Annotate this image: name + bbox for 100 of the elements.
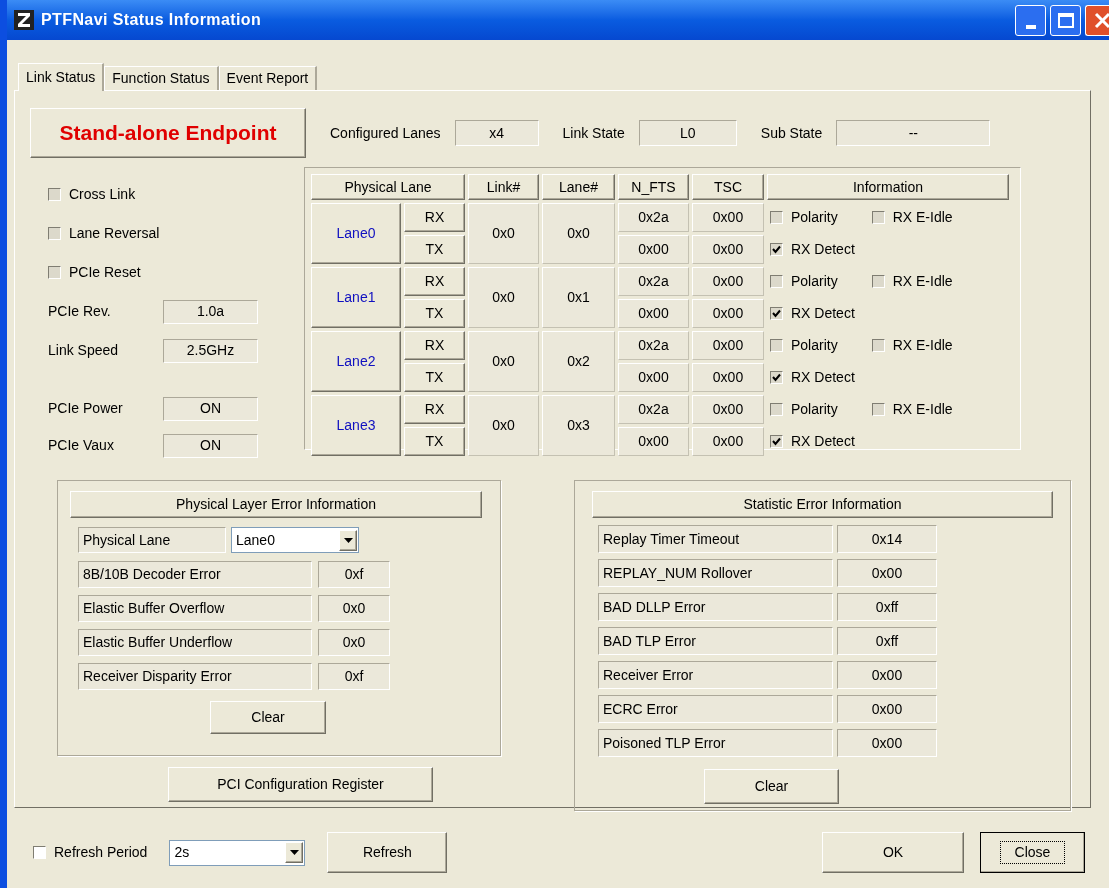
value-field: 0x00 [837, 695, 937, 723]
checkbox-label: RX E-Idle [892, 208, 953, 227]
tab[interactable]: Function Status [104, 66, 219, 90]
close-dialog-button[interactable]: Close [980, 832, 1085, 873]
table-cell: 0x2a [618, 331, 689, 360]
checkbox[interactable] [770, 403, 783, 416]
checkbox[interactable] [770, 211, 783, 224]
table-cell: 0x00 [618, 299, 689, 328]
error-label: Receiver Disparity Error [78, 663, 312, 690]
table-cell: 0x2a [618, 267, 689, 296]
checkbox-label: Lane Reversal [69, 224, 160, 243]
checkbox[interactable] [770, 243, 783, 256]
table-cell: 0x0 [468, 395, 539, 456]
column-header[interactable]: Lane# [542, 174, 615, 200]
table-cell: 0x2 [542, 331, 615, 392]
tab[interactable]: Event Report [218, 66, 318, 90]
checkbox[interactable] [770, 339, 783, 352]
error-label: BAD TLP Error [598, 627, 833, 655]
value-field: 0xff [837, 593, 937, 621]
section-header[interactable]: Physical Layer Error Information [70, 491, 482, 518]
column-header[interactable]: Link# [468, 174, 539, 200]
lane-dropdown[interactable]: Lane0 [231, 527, 359, 553]
clear-button[interactable]: Clear [704, 769, 839, 804]
value-field: 0xf [318, 663, 390, 690]
table-cell: 0x0 [468, 267, 539, 328]
checkbox[interactable] [48, 266, 61, 279]
minimize-button[interactable] [1015, 4, 1046, 36]
error-label: Elastic Buffer Underflow [78, 629, 312, 656]
direction-button[interactable]: TX [404, 235, 465, 264]
checkbox-label: RX E-Idle [892, 272, 953, 291]
checkbox-label: Refresh Period [54, 843, 148, 862]
direction-button[interactable]: RX [404, 267, 465, 296]
field-label: PCIe Power [48, 399, 124, 418]
value-field: 0x0 [318, 595, 390, 622]
table-cell: 0x00 [692, 299, 764, 328]
lane-button[interactable]: Lane1 [311, 267, 401, 328]
lane-button[interactable]: Lane3 [311, 395, 401, 456]
section-header[interactable]: Statistic Error Information [592, 491, 1053, 518]
direction-button[interactable]: TX [404, 427, 465, 456]
direction-button[interactable]: RX [404, 395, 465, 424]
value-field: -- [836, 120, 991, 146]
error-label: REPLAY_NUM Rollover [598, 559, 833, 587]
direction-button[interactable]: RX [404, 331, 465, 360]
period-dropdown[interactable]: 2s [169, 839, 306, 866]
field-label: PCIe Rev. [48, 302, 112, 321]
check-icon [772, 373, 781, 382]
checkbox[interactable] [770, 275, 783, 288]
lane-button[interactable]: Lane0 [311, 203, 401, 264]
endpoint-button[interactable]: Stand-alone Endpoint [30, 108, 306, 158]
refresh-button[interactable]: Refresh [327, 832, 448, 873]
ok-button[interactable]: OK [822, 832, 964, 873]
maximize-button[interactable] [1050, 4, 1081, 36]
checkbox[interactable] [33, 846, 46, 859]
column-header[interactable]: N_FTS [618, 174, 689, 200]
lane-button[interactable]: Lane2 [311, 331, 401, 392]
table-cell: 0x00 [692, 235, 764, 264]
checkbox[interactable] [871, 275, 885, 288]
value-field: 1.0a [163, 299, 258, 324]
error-label: Receiver Error [598, 661, 833, 689]
checkbox[interactable] [871, 339, 885, 352]
column-header[interactable]: TSC [692, 174, 764, 200]
error-label: 8B/10B Decoder Error [78, 561, 312, 588]
value-field: L0 [638, 120, 737, 146]
error-label: Replay Timer Timeout [598, 525, 833, 553]
checkbox[interactable] [871, 403, 885, 416]
checkbox[interactable] [770, 307, 783, 320]
table-cell: 0x0 [542, 203, 615, 264]
error-label: BAD DLLP Error [598, 593, 833, 621]
checkbox[interactable] [770, 435, 783, 448]
checkbox-label: Cross Link [69, 185, 136, 204]
tab[interactable]: Link Status [18, 63, 105, 91]
field-label: Link State [562, 123, 625, 143]
direction-button[interactable]: TX [404, 363, 465, 392]
direction-button[interactable]: RX [404, 203, 465, 232]
checkbox-label: RX Detect [791, 368, 855, 387]
checkbox[interactable] [48, 188, 61, 201]
value-field: 0x0 [318, 629, 390, 656]
checkbox[interactable] [871, 211, 885, 224]
table-cell: 0x00 [618, 363, 689, 392]
table-cell: 0x00 [618, 427, 689, 456]
column-header[interactable]: Physical Lane [311, 174, 465, 200]
window-title: PTFNavi Status Information [41, 10, 262, 30]
direction-button[interactable]: TX [404, 299, 465, 328]
close-button[interactable] [1085, 4, 1109, 36]
value-field: x4 [454, 120, 539, 146]
table-cell: 0x1 [542, 267, 615, 328]
table-cell: 0x3 [542, 395, 615, 456]
clear-button[interactable]: Clear [210, 701, 326, 734]
checkbox[interactable] [770, 371, 783, 384]
checkbox-label: RX Detect [791, 240, 855, 259]
pci-config-button[interactable]: PCI Configuration Register [168, 767, 433, 802]
field-label: Configured Lanes [330, 123, 441, 143]
checkbox-label: Polarity [791, 336, 838, 355]
checkbox-label: PCIe Reset [69, 263, 141, 282]
error-label: Elastic Buffer Overflow [78, 595, 312, 622]
table-cell: 0x00 [692, 331, 764, 360]
column-header[interactable]: Information [767, 174, 1009, 200]
check-icon [772, 309, 781, 318]
checkbox[interactable] [48, 227, 61, 240]
table-cell: 0x00 [692, 267, 764, 296]
